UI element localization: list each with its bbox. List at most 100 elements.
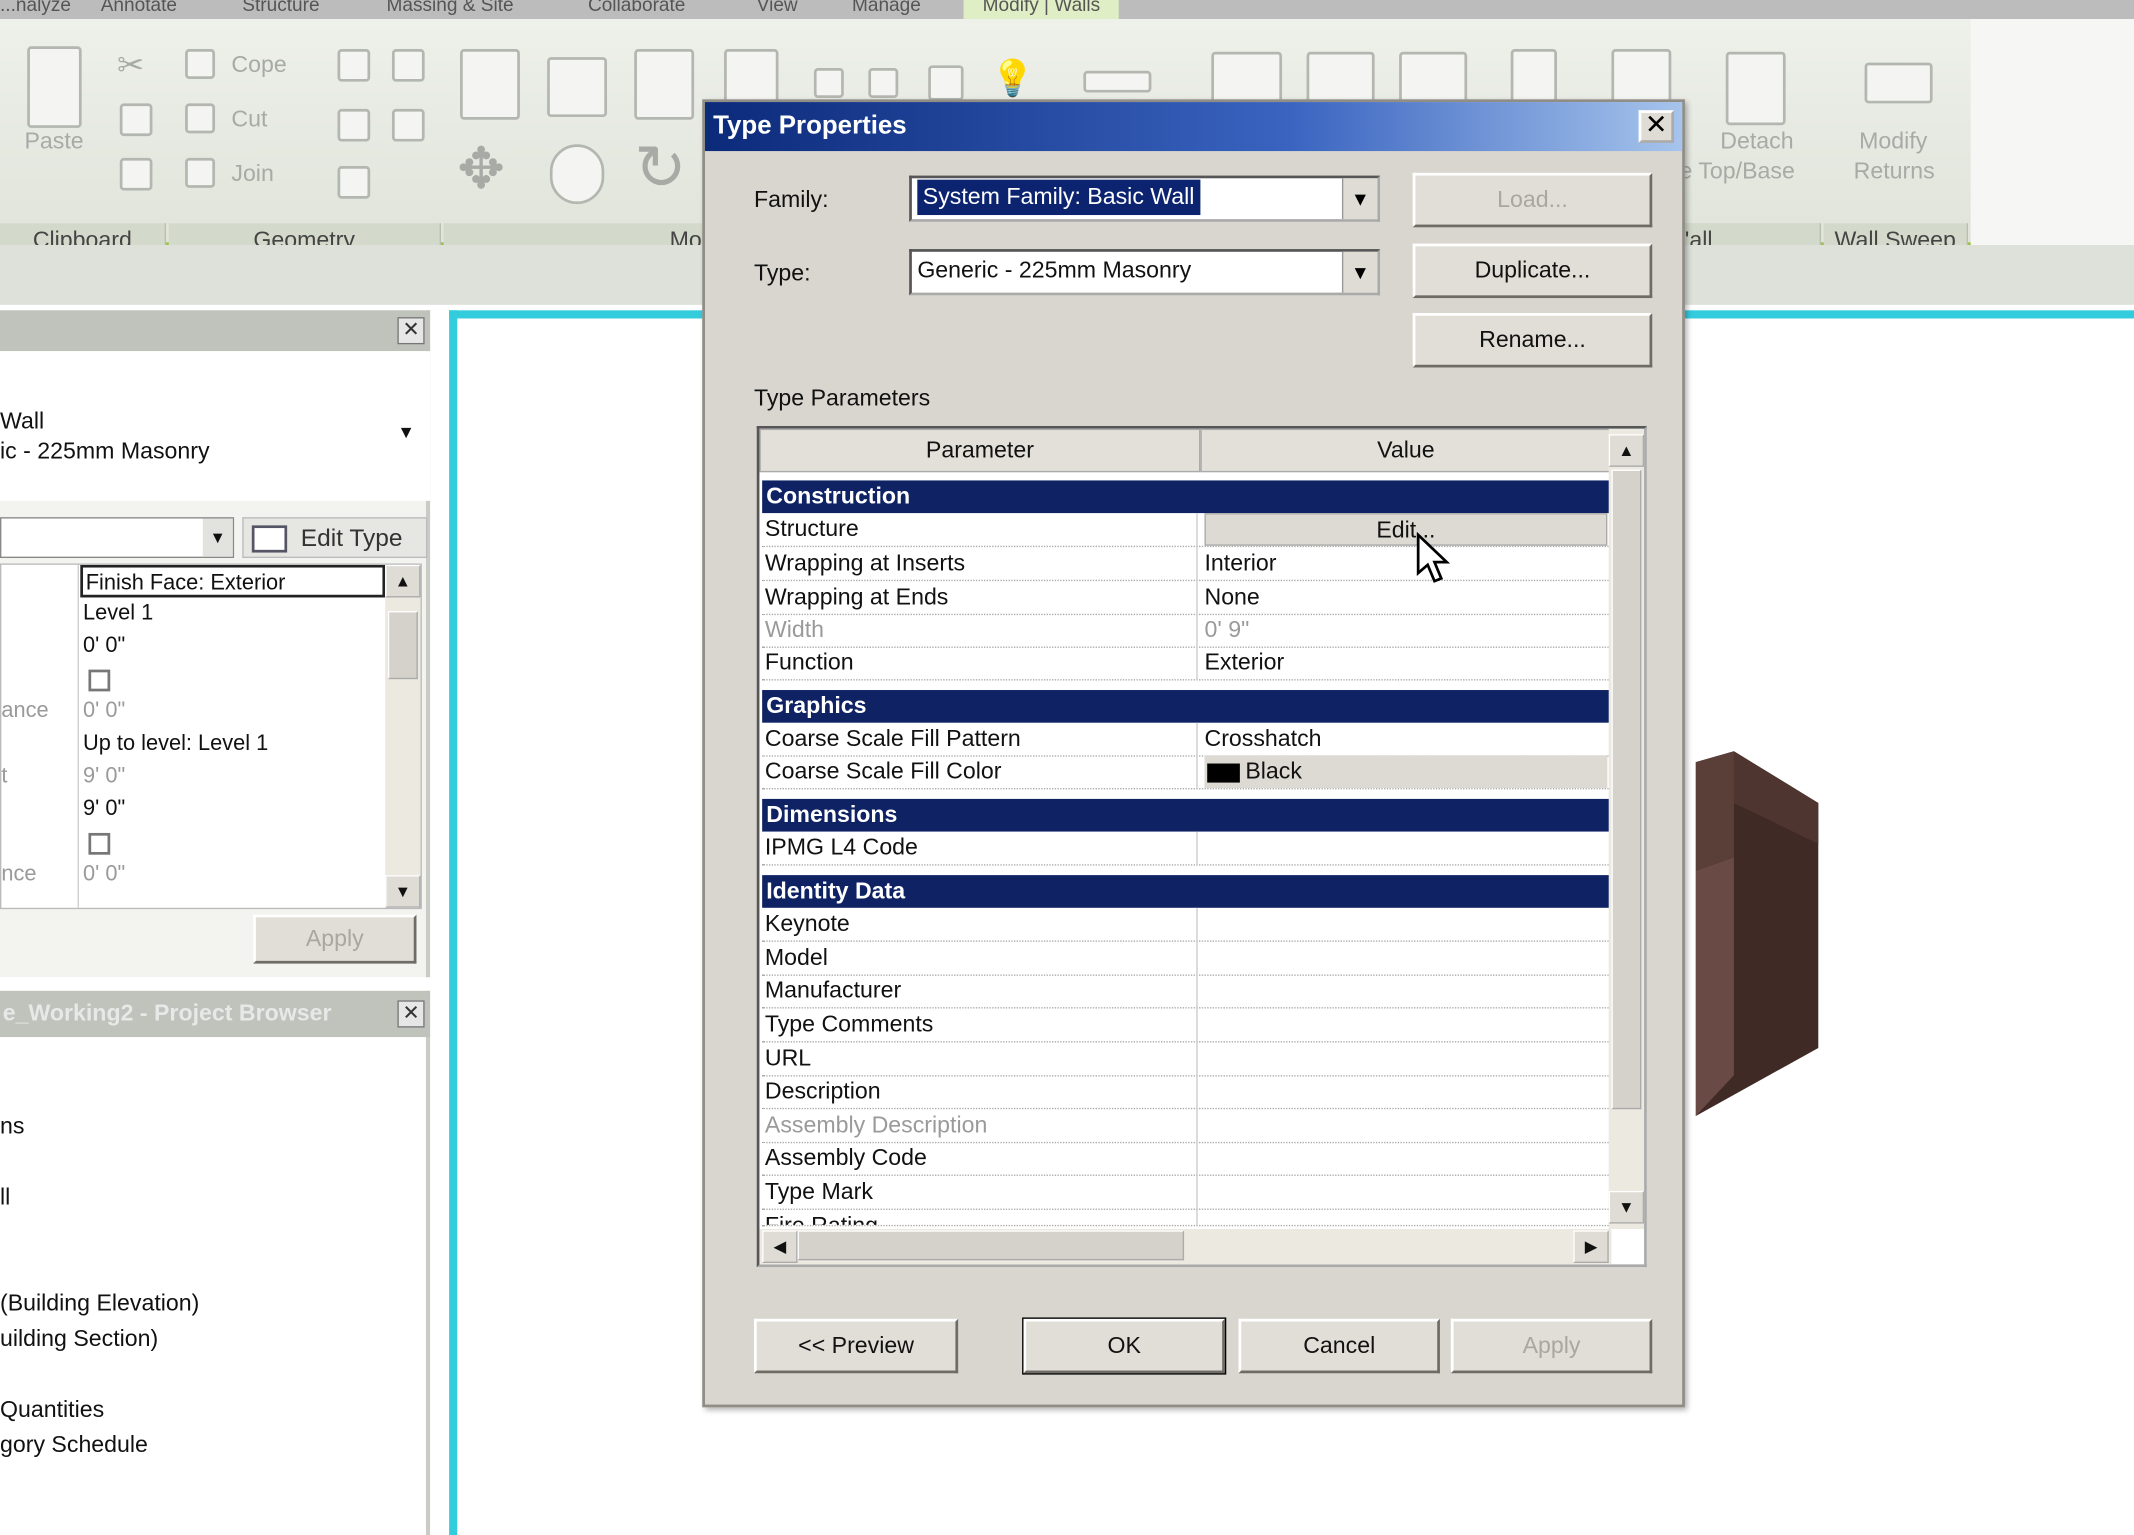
close-icon[interactable]: ✕ [397,317,425,345]
param-row[interactable]: Assembly Code [762,1141,1612,1176]
value-column-header[interactable]: Value [1200,428,1612,473]
ok-button[interactable]: OK [1022,1317,1227,1375]
group-graphics[interactable]: Graphics [762,690,1612,723]
param-value[interactable]: None [1204,581,1607,614]
load-button[interactable]: Load... [1412,172,1653,228]
cancel-button[interactable]: Cancel [1238,1318,1440,1374]
tab-annotate[interactable]: Annotate [101,0,177,15]
pin-icon[interactable] [928,65,964,101]
cut-label[interactable]: Cut [231,106,267,133]
scissors-icon[interactable]: ✂ [117,46,144,85]
param-row[interactable]: Description [762,1075,1612,1110]
offset-icon[interactable] [547,57,608,118]
param-row[interactable]: Keynote [762,907,1612,942]
param-row[interactable]: IPMG L4 Code [762,831,1612,866]
param-value[interactable] [1204,1009,1607,1042]
param-value[interactable] [1204,942,1607,975]
scroll-down-icon[interactable]: ▼ [1608,1190,1645,1224]
param-value[interactable] [1204,908,1607,941]
paste-icon[interactable] [27,46,82,128]
param-value[interactable] [1204,1176,1607,1209]
tab-collaborate[interactable]: Collaborate [588,0,685,15]
param-value[interactable] [1204,1142,1607,1175]
scroll-up-icon[interactable]: ▲ [1608,434,1645,467]
prop-value-base-constraint[interactable]: Level 1 [83,597,385,630]
param-row[interactable]: Coarse Scale Fill Pattern Crosshatch [762,722,1612,757]
param-value[interactable] [1204,832,1607,865]
move-icon[interactable]: ✥ [457,138,505,199]
modify-label[interactable]: Modify [1859,128,1927,155]
scroll-thumb[interactable] [797,1230,1185,1261]
properties-apply-button[interactable]: Apply [253,914,417,964]
type-selector[interactable]: Wall ic - 225mm Masonry ▼ [0,351,431,501]
browser-item[interactable]: (Building Elevation) [0,1290,199,1317]
browser-item[interactable]: ns [0,1113,24,1140]
measure-icon[interactable] [1083,70,1152,93]
close-icon[interactable]: ✕ [1638,110,1675,143]
cope-label[interactable]: Cope [231,52,286,79]
apply-button[interactable]: Apply [1450,1318,1653,1374]
top-base-label[interactable]: e Top/Base [1679,158,1794,185]
copy-elements-icon[interactable] [549,144,605,205]
prop-value-top-constraint[interactable]: Up to level: Level 1 [83,728,385,761]
chevron-down-icon[interactable]: ▼ [202,518,233,557]
param-value[interactable] [1204,974,1607,1007]
table-vertical-scrollbar[interactable]: ▲ ▼ [1608,428,1645,1229]
scroll-right-icon[interactable]: ▶ [1573,1230,1609,1264]
table-horizontal-scrollbar[interactable]: ◀ ▶ [759,1228,1612,1265]
tab-manage[interactable]: Manage [852,0,921,15]
prop-value-top-offset[interactable]: 9' 0" [83,793,385,826]
match-properties-icon[interactable] [119,157,153,191]
align-icon[interactable] [460,48,520,120]
parameter-column-header[interactable]: Parameter [759,428,1201,473]
param-row[interactable]: URL [762,1042,1612,1077]
wall-joins-icon[interactable] [337,108,371,142]
param-value[interactable]: Crosshatch [1204,723,1607,756]
family-dropdown[interactable]: System Family: Basic Wall ▼ [909,175,1381,222]
paint-icon[interactable] [391,48,425,82]
tab-analyze[interactable]: ...nalyze [0,0,71,15]
geometry-tool-icon[interactable] [337,166,371,199]
browser-item[interactable]: uilding Section) [0,1326,158,1353]
browser-item[interactable]: ll [0,1184,10,1211]
param-row[interactable]: Model [762,941,1612,976]
group-construction[interactable]: Construction [762,480,1612,514]
group-identity-data[interactable]: Identity Data [762,875,1612,908]
scroll-left-icon[interactable]: ◀ [762,1230,798,1264]
chevron-down-icon[interactable]: ▼ [397,422,415,442]
modify-returns-icon[interactable] [1864,62,1933,104]
split-gap-icon[interactable] [868,68,899,98]
base-attached-checkbox[interactable] [88,669,111,692]
param-row[interactable]: Type Mark [762,1175,1612,1210]
group-dimensions[interactable]: Dimensions [762,798,1612,832]
join-label[interactable]: Join [231,161,273,188]
split-icon[interactable] [813,68,844,98]
param-row[interactable]: Wrapping at Inserts Interior [762,547,1612,582]
tab-massing-site[interactable]: Massing & Site [387,0,514,15]
cut-icon[interactable] [185,103,216,134]
returns-label[interactable]: Returns [1854,158,1935,185]
wall-3d-model[interactable] [1682,749,1832,1144]
detach-label[interactable]: Detach [1720,128,1793,155]
param-row[interactable]: Coarse Scale Fill Color Black [762,755,1612,790]
instance-filter-dropdown[interactable]: ▼ [0,517,235,559]
properties-scrollbar[interactable]: ▲ ▼ [385,564,421,908]
param-row[interactable]: Function Exterior [762,646,1612,681]
prop-value-location-line[interactable]: Finish Face: Exterior [80,564,386,598]
lightbulb-icon[interactable]: 💡 [991,57,1035,99]
copy-icon[interactable] [119,103,153,137]
param-value[interactable] [1204,1210,1607,1225]
rotate-icon[interactable]: ↻ [634,133,686,201]
param-row[interactable]: Structure Edit... [762,513,1612,548]
detach-top-base-icon[interactable] [1725,51,1786,126]
tab-structure[interactable]: Structure [242,0,319,15]
structure-edit-button[interactable]: Edit... [1204,513,1608,546]
param-value[interactable] [1204,1075,1607,1108]
browser-item[interactable]: gory Schedule [0,1432,148,1459]
duplicate-button[interactable]: Duplicate... [1412,243,1653,299]
prop-value-base-offset[interactable]: 0' 0" [83,630,385,663]
tab-view[interactable]: View [757,0,798,15]
cope-icon[interactable] [185,48,216,79]
param-value[interactable]: Exterior [1204,646,1607,679]
param-row[interactable]: Fire Rating [762,1209,1612,1227]
